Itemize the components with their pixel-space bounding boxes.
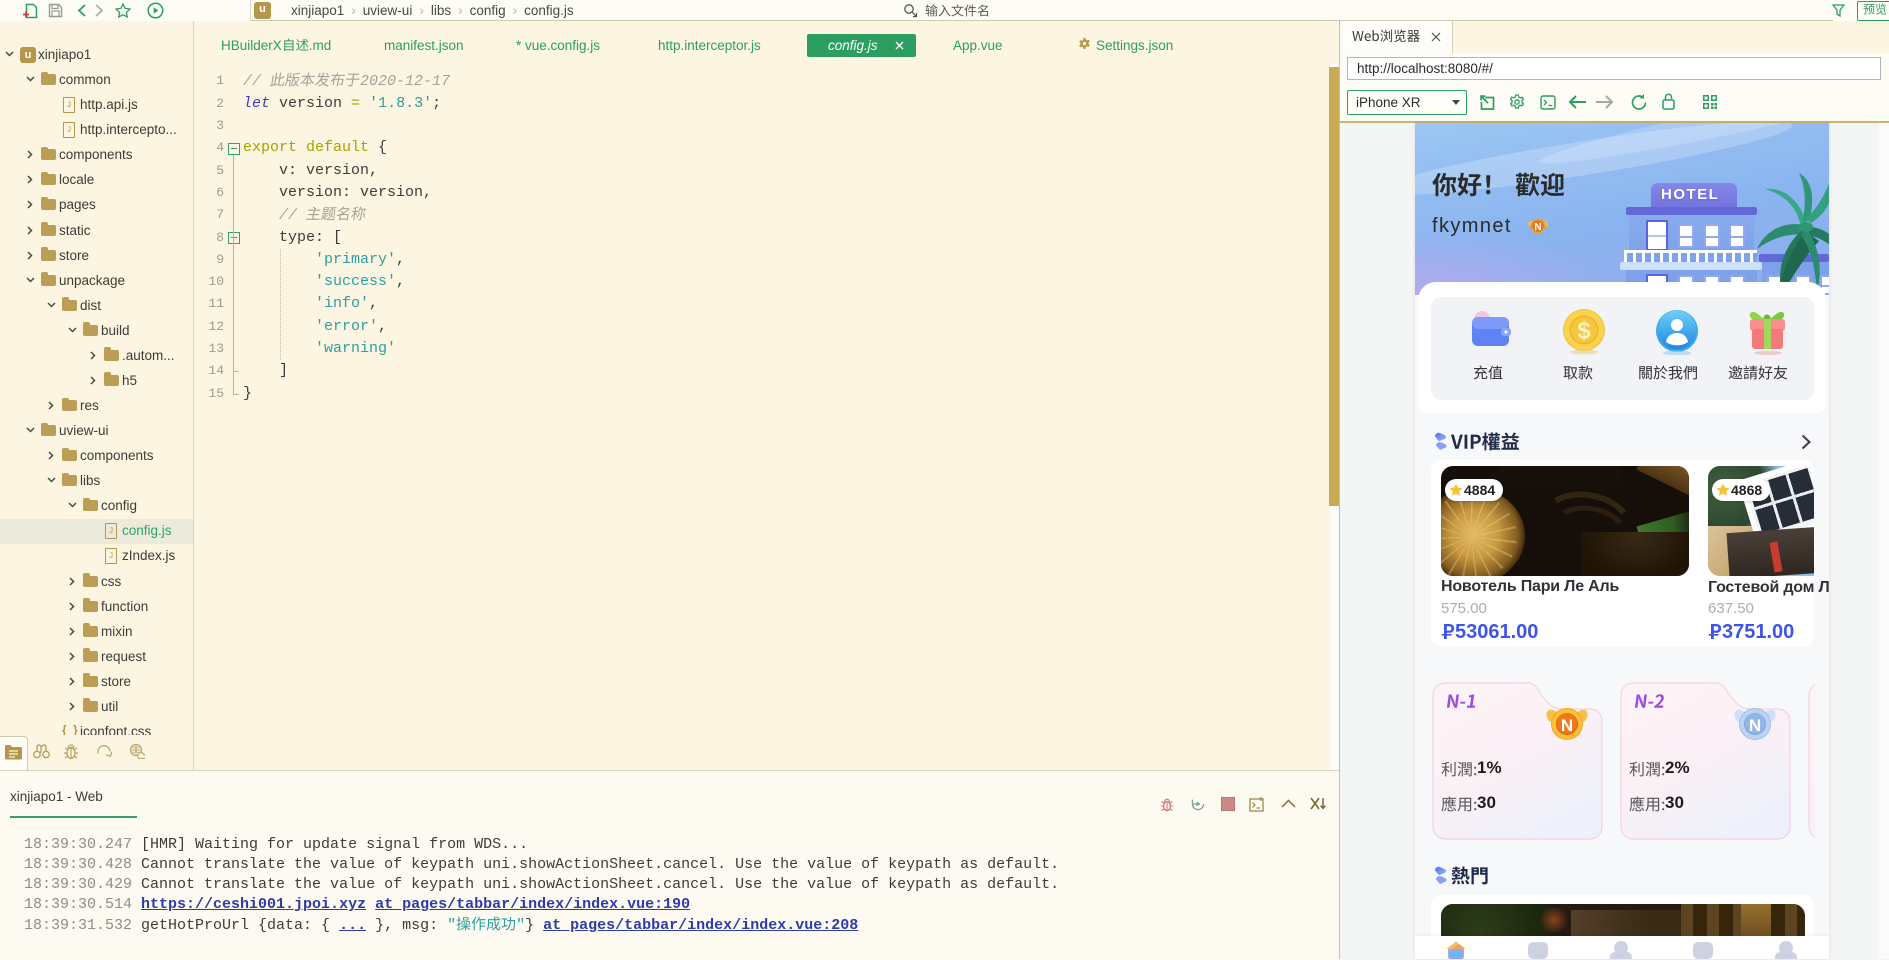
svg-text:N: N — [1749, 716, 1761, 735]
svg-text:N: N — [1561, 716, 1573, 735]
svg-text:$: $ — [1577, 318, 1591, 345]
svg-text:N: N — [1534, 222, 1541, 233]
